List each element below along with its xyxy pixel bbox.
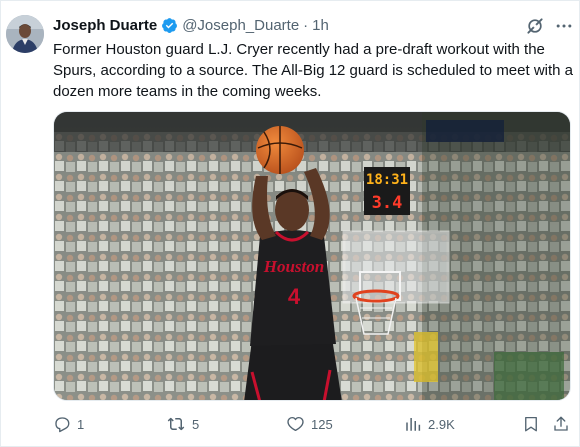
tweet-photo[interactable]: 18:31 3.4 Houston 4: [53, 111, 571, 401]
more-icon[interactable]: [553, 15, 575, 37]
grok-icon[interactable]: [524, 15, 546, 37]
tweet-text: Former Houston guard L.J. Cryer recently…: [53, 41, 574, 100]
like-button[interactable]: 125: [286, 413, 333, 435]
shot-clock: 3.4: [372, 193, 403, 213]
views-button[interactable]: 2.9K: [404, 413, 455, 435]
repost-icon: [166, 415, 186, 433]
repost-button[interactable]: 5: [166, 413, 199, 435]
like-count: 125: [311, 416, 333, 432]
bookmark-button[interactable]: [522, 413, 540, 435]
separator-dot: ·: [303, 16, 309, 34]
views-count: 2.9K: [428, 416, 455, 432]
share-button[interactable]: [552, 413, 570, 435]
repost-count: 5: [192, 416, 200, 432]
jersey-team: Houston: [263, 257, 324, 276]
tweet-card[interactable]: Joseph Duarte @Joseph_Duarte · 1h Former…: [0, 0, 580, 447]
tweet-actions: 1 5 125 2.9K: [53, 413, 573, 435]
verified-badge-icon: [161, 17, 178, 34]
reply-count: 1: [77, 416, 85, 432]
heart-icon: [286, 415, 305, 433]
reply-button[interactable]: 1: [53, 413, 84, 435]
bookmark-icon: [522, 415, 540, 433]
share-icon: [552, 415, 570, 433]
display-name[interactable]: Joseph Duarte: [53, 17, 157, 34]
jersey-number: 4: [288, 284, 301, 309]
tweet-header: Joseph Duarte @Joseph_Duarte · 1h: [53, 15, 329, 35]
scoreboard-time: 18:31: [366, 172, 408, 188]
reply-icon: [53, 415, 71, 433]
avatar[interactable]: [6, 15, 44, 53]
handle[interactable]: @Joseph_Duarte: [182, 17, 299, 34]
timestamp[interactable]: 1h: [312, 17, 329, 34]
views-icon: [404, 415, 422, 433]
